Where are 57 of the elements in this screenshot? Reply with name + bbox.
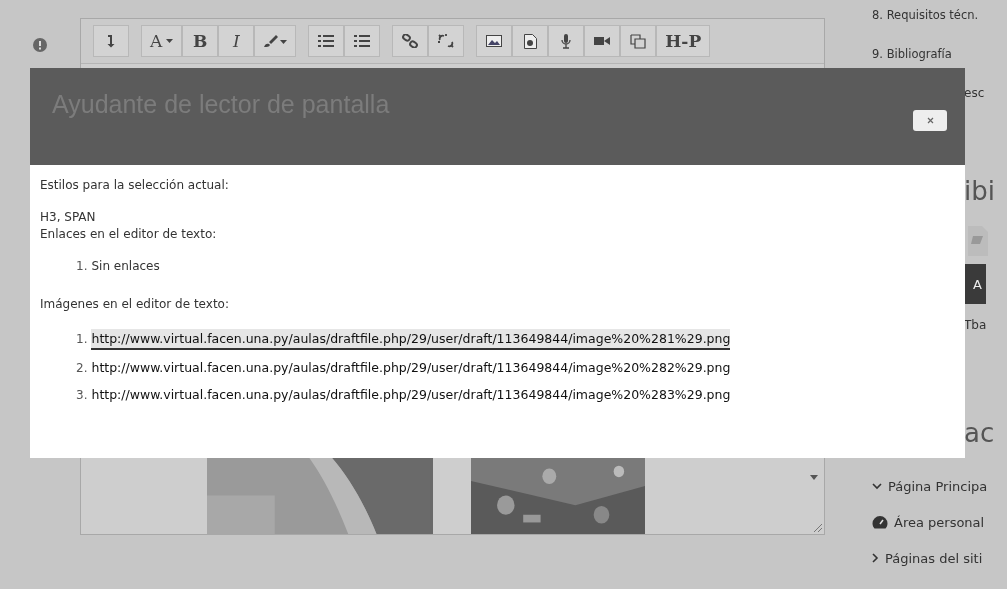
resize-handle-icon[interactable] [812,522,822,532]
scroll-down-icon[interactable] [810,475,818,480]
list-number: 2. [76,361,88,375]
images-label: Imágenes en el editor de texto: [40,297,230,311]
bold-button[interactable]: B [182,25,219,57]
styles-value: H3, SPAN [40,210,97,224]
list-number: 3. [76,388,88,402]
close-icon [926,117,934,124]
unlink-button[interactable] [428,25,465,57]
video-camera-icon [594,35,611,47]
sidebar-link[interactable]: 8. Requisitos técn. [872,8,1007,47]
microphone-icon [561,33,572,49]
brush-icon [263,34,288,48]
document-icon [968,226,988,256]
image-link[interactable]: http://www.virtual.facen.una.py/aulas/draftfile.php/29/user/draft/113649844/image%20%282%29.png [91,358,731,377]
image-link[interactable]: http://www.virtual.facen.una.py/aulas/draftfile.php/29/user/draft/113649844/image%20%283%29.png [91,385,731,404]
caret-icon [166,39,174,43]
numbers-button[interactable] [344,25,381,57]
close-button[interactable] [913,110,947,131]
mic-button[interactable] [548,25,585,57]
font-color-button[interactable]: A [141,25,183,57]
brush-button[interactable] [254,25,297,57]
nav-label: Página Principa [888,478,988,494]
image-icon [486,34,503,48]
list-number: 1. [76,259,88,273]
image-link[interactable]: http://www.virtual.facen.una.py/aulas/draftfile.php/29/user/draft/113649844/image%20%281%29.png [91,329,731,350]
copy-icon [630,33,647,49]
copy-button[interactable] [620,25,657,57]
dashboard-icon [872,515,888,529]
links-label: Enlaces en el editor de texto: [40,227,218,241]
nav-label: Área personal [894,514,985,530]
nav-label: Páginas del siti [885,550,983,566]
bullet-list-icon [318,34,335,48]
chevron-down-icon [872,482,882,490]
info-icon[interactable] [33,38,47,52]
block-heading: ac [964,418,995,450]
h5p-button[interactable]: H-P [656,25,711,57]
image-button[interactable] [476,25,513,57]
block-heading: ibi [964,176,995,208]
file-icon [523,33,537,49]
bullets-button[interactable] [308,25,345,57]
sidebar-text: Tba [964,318,987,332]
collapse-button[interactable] [93,25,129,57]
file-button[interactable] [512,25,549,57]
nav-item[interactable]: Página Principa [872,468,1007,504]
list-item: Sin enlaces [91,259,160,273]
list-number: 1. [76,332,88,346]
link-button[interactable] [392,25,429,57]
italic-button[interactable]: I [218,25,255,57]
styles-label: Estilos para la selección actual: [40,178,230,192]
link-icon [402,34,419,48]
video-button[interactable] [584,25,621,57]
arrow-down-icon [106,34,116,48]
nav-item[interactable]: Páginas del siti [872,540,1007,576]
nav-item[interactable]: Área personal [872,504,1007,540]
sidebar-text: esc [964,86,985,100]
chevron-right-icon [872,553,879,563]
